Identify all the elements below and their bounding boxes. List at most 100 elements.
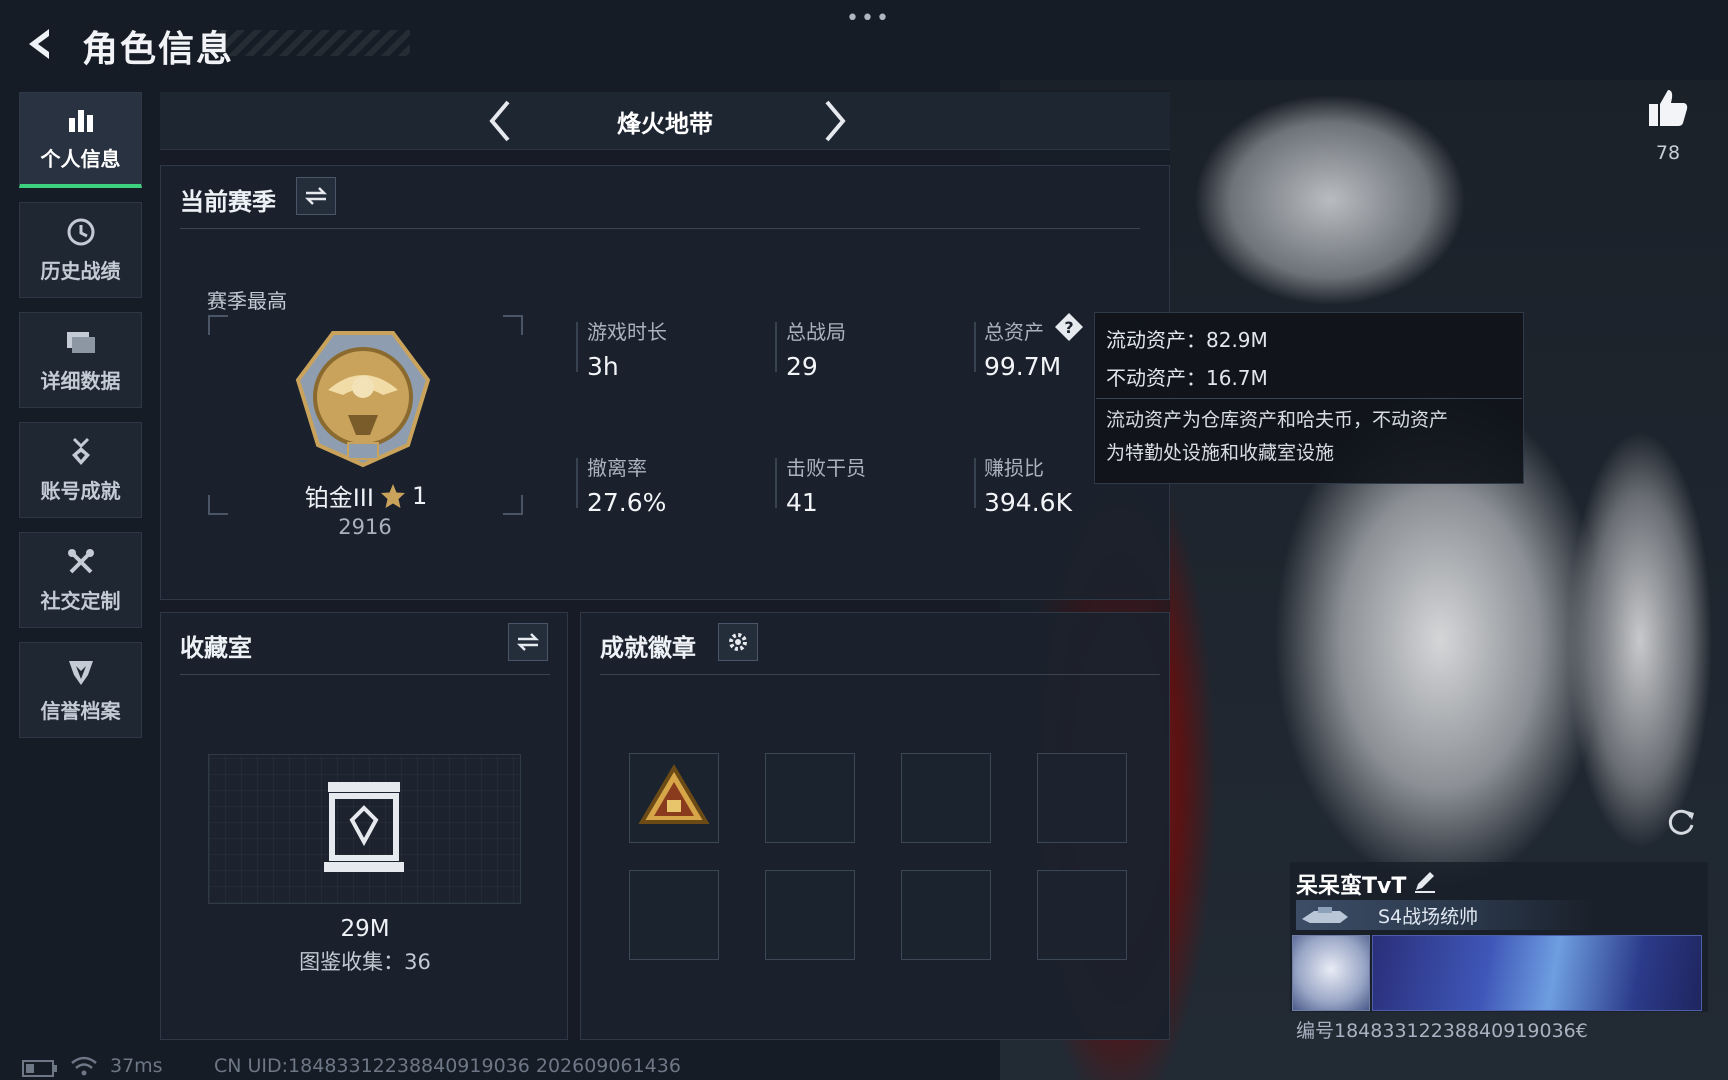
badges-divider: [600, 674, 1160, 675]
stat-divider: [775, 322, 777, 372]
rank-name: 铂金III: [304, 484, 374, 512]
refresh-icon: [1668, 809, 1694, 835]
history-clock-icon: [65, 217, 97, 247]
sidebar-item-achievements[interactable]: 账号成就: [19, 422, 142, 518]
sidebar-item-label: 个人信息: [40, 147, 121, 171]
sidebar-item-label: 账号成就: [40, 478, 121, 503]
chevron-left-icon: [489, 100, 510, 142]
sidebar-item-label: 信誉档案: [40, 698, 121, 723]
title-decoration: [220, 30, 410, 56]
ping-latency: 37ms: [110, 1055, 163, 1077]
battery-icon: [22, 1060, 57, 1077]
chevron-right-icon: [825, 100, 846, 142]
season-best-label: 赛季最高: [207, 289, 287, 313]
season-divider: [180, 228, 1140, 229]
page-title: 角色信息: [82, 29, 235, 70]
collection-title: 收藏室: [180, 634, 252, 662]
badges-title: 成就徽章: [600, 634, 696, 662]
shield-heart-icon: [65, 657, 97, 687]
stat-divider: [576, 458, 578, 508]
stat-label-kills: 击败干员: [786, 456, 866, 480]
stat-value-kills: 41: [786, 488, 818, 517]
badge-slot[interactable]: [765, 870, 855, 960]
edit-name-button[interactable]: [1412, 868, 1440, 896]
edit-pencil-icon: [1415, 872, 1435, 893]
player-name: 呆呆蛮TvT: [1296, 874, 1407, 899]
stat-value-total-assets: 99.7M: [984, 352, 1062, 381]
sidebar-item-detailed-data[interactable]: 详细数据: [19, 312, 142, 408]
sidebar-item-label: 详细数据: [40, 368, 121, 393]
stat-label-profit-ratio: 赚损比: [984, 456, 1044, 480]
back-button[interactable]: [18, 22, 62, 66]
badge-slot[interactable]: [765, 753, 855, 843]
badge-slot[interactable]: [1037, 753, 1127, 843]
back-arrow-icon: [29, 29, 49, 59]
badge-slot[interactable]: [901, 753, 991, 843]
sidebar-item-credit-record[interactable]: 信誉档案: [19, 642, 142, 738]
bar-chart-icon: [65, 105, 97, 135]
swap-icon: [304, 187, 328, 205]
gear-icon: [729, 633, 747, 651]
tooltip-liquid-assets: 流动资产：82.9M: [1106, 328, 1268, 352]
more-menu-icon[interactable]: •••: [846, 6, 891, 31]
mode-next-button[interactable]: [815, 96, 855, 146]
badge-slot[interactable]: [629, 753, 719, 843]
tooltip-description-1: 流动资产为仓库资产和哈夫币，不动资产: [1106, 409, 1449, 431]
tooltip-description-2: 为特勤处设施和收藏室设施: [1106, 442, 1335, 464]
like-button[interactable]: [1646, 86, 1690, 130]
stat-value-playtime: 3h: [587, 352, 619, 381]
vehicle-emblem-icon: [1302, 907, 1348, 923]
sidebar-item-label: 社交定制: [40, 588, 121, 613]
collection-switch-button[interactable]: [508, 623, 548, 661]
mode-prev-button[interactable]: [480, 96, 520, 146]
mode-title: 烽火地带: [617, 110, 713, 138]
stat-divider: [576, 322, 578, 372]
thumbs-up-icon: [1649, 90, 1688, 126]
star-icon: [380, 483, 405, 508]
player-title: S4战场统帅: [1378, 906, 1479, 928]
stat-label-total-assets: 总资产: [984, 320, 1044, 344]
player-id: 编号18483312238840919036€: [1296, 1020, 1588, 1042]
sidebar-item-personal-info[interactable]: 个人信息: [19, 92, 142, 188]
stat-divider: [974, 322, 976, 372]
badge-slot[interactable]: [629, 870, 719, 960]
help-button[interactable]: ?: [1054, 312, 1084, 342]
display-case-icon: [324, 782, 404, 872]
stat-divider: [775, 458, 777, 508]
tools-icon: [65, 547, 97, 577]
wifi-icon: [71, 1056, 97, 1076]
season-switch-button[interactable]: [296, 177, 336, 215]
swap-icon: [516, 633, 540, 651]
badge-slot[interactable]: [1037, 870, 1127, 960]
stat-label-extract-rate: 撤离率: [587, 456, 647, 480]
svg-text:?: ?: [1064, 318, 1073, 337]
tooltip-divider: [1096, 398, 1522, 399]
help-icon: ?: [1055, 313, 1083, 341]
medal-icon: [65, 437, 97, 467]
sidebar-item-social-custom[interactable]: 社交定制: [19, 532, 142, 628]
rank-points: 2916: [338, 515, 392, 539]
rotate-button[interactable]: [1665, 805, 1697, 837]
stat-value-extract-rate: 27.6%: [587, 488, 667, 517]
avatar[interactable]: [1292, 935, 1370, 1011]
stat-value-matches: 29: [786, 352, 818, 381]
stat-value-profit-ratio: 394.6K: [984, 488, 1072, 517]
stat-label-matches: 总战局: [786, 320, 846, 344]
footer-uid: CN UID:18483312238840919036 202609061436: [214, 1055, 681, 1077]
season-title: 当前赛季: [180, 188, 276, 216]
folder-icon: [65, 327, 97, 357]
collection-caption: 图鉴收集：36: [299, 950, 431, 974]
sidebar-item-label: 历史战绩: [40, 258, 121, 283]
stat-label-playtime: 游戏时长: [587, 320, 667, 344]
rank-stars: 1: [411, 481, 428, 510]
tooltip-fixed-assets: 不动资产：16.7M: [1106, 366, 1268, 390]
badges-settings-button[interactable]: [718, 623, 758, 661]
sidebar-item-history[interactable]: 历史战绩: [19, 202, 142, 298]
stat-divider: [974, 458, 976, 508]
rank-name-row: 铂金III 1: [296, 478, 436, 513]
collection-divider: [180, 674, 550, 675]
like-count: 78: [1655, 142, 1681, 164]
rank-emblem-icon: [295, 331, 431, 468]
badge-slot[interactable]: [901, 870, 991, 960]
collection-value: 29M: [340, 916, 390, 942]
